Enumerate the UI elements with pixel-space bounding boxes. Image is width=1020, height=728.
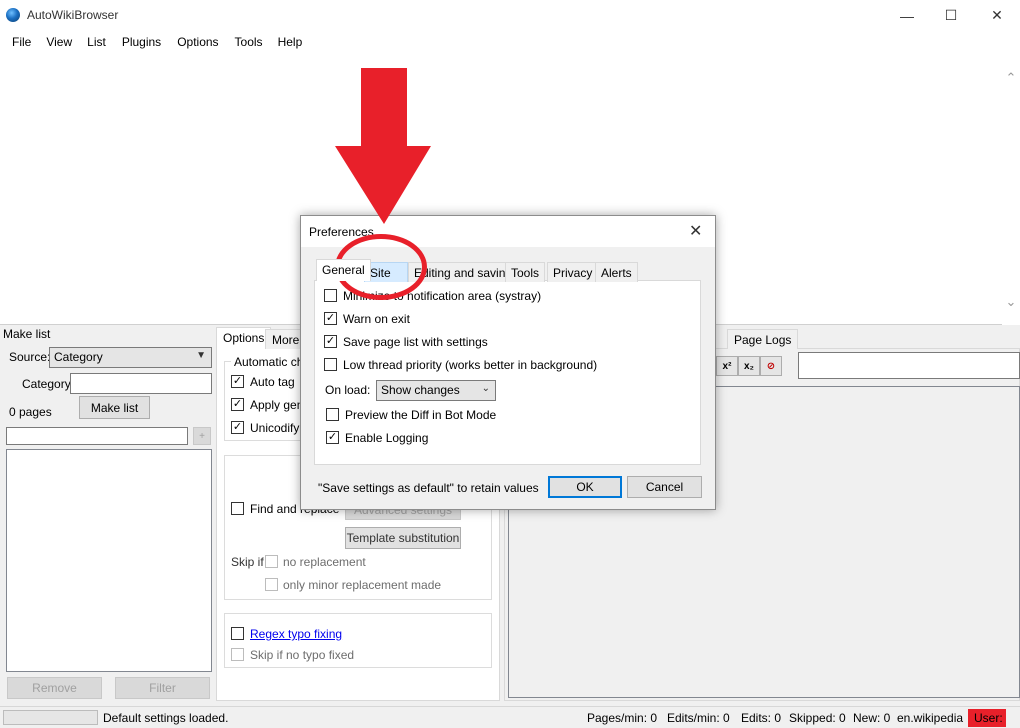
menu-help[interactable]: Help bbox=[270, 31, 310, 55]
menu-plugins[interactable]: Plugins bbox=[113, 31, 168, 55]
menu-options[interactable]: Options bbox=[168, 31, 225, 55]
chevron-down-icon: ▼ bbox=[196, 350, 206, 361]
menu-bar: File View List Plugins Options Tools Hel… bbox=[0, 31, 1020, 55]
no-replacement-label: no replacement bbox=[283, 555, 366, 569]
unicodify-checkbox[interactable]: ✓ bbox=[231, 421, 244, 434]
regex-typo-checkbox[interactable] bbox=[231, 627, 244, 640]
category-label: Category: bbox=[22, 377, 75, 391]
pref-tab-general[interactable]: General bbox=[316, 259, 371, 281]
maximize-button[interactable]: ☐ bbox=[928, 0, 974, 31]
template-substitution-button[interactable]: Template substitution bbox=[345, 527, 461, 549]
user-label: User: bbox=[974, 711, 1003, 725]
scroll-up-icon[interactable]: ⌃ bbox=[1004, 71, 1018, 85]
superscript-button[interactable]: x² bbox=[716, 356, 738, 376]
on-load-value: Show changes bbox=[381, 383, 460, 397]
edits-per-min: Edits/min: 0 bbox=[667, 711, 730, 725]
enable-logging-label: Enable Logging bbox=[345, 431, 429, 445]
menu-view[interactable]: View bbox=[38, 31, 79, 55]
preview-diff-checkbox[interactable] bbox=[326, 408, 339, 421]
find-replace-checkbox[interactable] bbox=[231, 502, 244, 515]
warn-on-exit-checkbox[interactable]: ✓ bbox=[324, 312, 337, 325]
tab-options[interactable]: Options bbox=[216, 327, 272, 349]
preferences-dialog: Preferences ✕ General Site Editing and s… bbox=[300, 215, 716, 510]
warn-on-exit-label: Warn on exit bbox=[343, 312, 410, 326]
minor-replacement-checkbox[interactable] bbox=[265, 578, 278, 591]
category-input[interactable] bbox=[70, 373, 212, 394]
no-replacement-checkbox[interactable] bbox=[265, 555, 278, 568]
make-list-button[interactable]: Make list bbox=[79, 396, 150, 419]
site-name: en.wikipedia bbox=[897, 711, 964, 725]
filter-button[interactable]: Filter bbox=[115, 677, 210, 699]
title-bar: AutoWikiBrowser — ☐ ✕ bbox=[0, 0, 1020, 31]
minimize-systray-checkbox[interactable] bbox=[324, 289, 337, 302]
status-message: Default settings loaded. bbox=[103, 711, 229, 725]
window-title: AutoWikiBrowser bbox=[27, 8, 119, 22]
skip-no-typo-checkbox[interactable] bbox=[231, 648, 244, 661]
make-list-heading: Make list bbox=[3, 327, 51, 341]
menu-tools[interactable]: Tools bbox=[226, 31, 270, 55]
edits-count: Edits: 0 bbox=[741, 711, 782, 725]
remove-button[interactable]: Remove bbox=[7, 677, 102, 699]
pref-tab-tools[interactable]: Tools bbox=[505, 262, 546, 282]
pref-tab-privacy[interactable]: Privacy bbox=[547, 262, 599, 282]
low-thread-priority-label: Low thread priority (works better in bac… bbox=[343, 358, 598, 372]
save-page-list-checkbox[interactable]: ✓ bbox=[324, 335, 337, 348]
user-status-box[interactable]: User: bbox=[968, 709, 1006, 727]
pref-tab-alerts[interactable]: Alerts bbox=[595, 262, 638, 282]
footer-note: "Save settings as default" to retain val… bbox=[318, 481, 539, 495]
auto-tag-label: Auto tag bbox=[250, 375, 295, 389]
source-select[interactable]: Category ▼ bbox=[49, 347, 212, 368]
pages-count: 0 pages bbox=[9, 405, 52, 419]
tab-page-logs[interactable]: Page Logs bbox=[727, 329, 799, 349]
browser-scrollbar[interactable]: ⌃ ⌄ bbox=[1002, 55, 1020, 325]
add-button[interactable]: + bbox=[193, 427, 211, 445]
enable-logging-checkbox[interactable]: ✓ bbox=[326, 431, 339, 444]
regex-typo-link[interactable]: Regex typo fixing bbox=[250, 627, 342, 641]
skip-no-typo-label: Skip if no typo fixed bbox=[250, 648, 355, 662]
minimize-button[interactable]: — bbox=[884, 0, 930, 31]
menu-list[interactable]: List bbox=[79, 31, 113, 55]
list-filter-input[interactable] bbox=[6, 427, 188, 445]
low-thread-priority-checkbox[interactable] bbox=[324, 358, 337, 371]
save-page-list-label: Save page list with settings bbox=[343, 335, 488, 349]
status-bar: Default settings loaded. Pages/min: 0 Ed… bbox=[0, 706, 1020, 728]
close-button[interactable]: ✕ bbox=[974, 0, 1020, 31]
dialog-close-icon[interactable]: ✕ bbox=[689, 221, 702, 241]
source-value: Category bbox=[54, 350, 103, 364]
apply-general-checkbox[interactable]: ✓ bbox=[231, 398, 244, 411]
globe-icon bbox=[6, 8, 20, 22]
progress-bar bbox=[3, 710, 98, 725]
pages-per-min: Pages/min: 0 bbox=[587, 711, 658, 725]
ok-button[interactable]: OK bbox=[548, 476, 622, 498]
scroll-down-icon[interactable]: ⌄ bbox=[1004, 295, 1018, 309]
menu-file[interactable]: File bbox=[0, 31, 38, 55]
cancel-button[interactable]: Cancel bbox=[627, 476, 702, 498]
edit-summary-box[interactable] bbox=[798, 352, 1020, 379]
auto-tag-checkbox[interactable]: ✓ bbox=[231, 375, 244, 388]
clean-markup-icon[interactable]: ⊘ bbox=[760, 356, 782, 376]
new-count: New: 0 bbox=[853, 711, 891, 725]
on-load-select[interactable]: Show changes ⌄ bbox=[376, 380, 496, 401]
skip-if-label: Skip if bbox=[231, 555, 264, 569]
annotation-arrow-icon bbox=[335, 68, 431, 224]
preview-diff-label: Preview the Diff in Bot Mode bbox=[345, 408, 497, 422]
on-load-label: On load: bbox=[325, 383, 371, 397]
page-list[interactable] bbox=[6, 449, 212, 672]
minor-replacement-label: only minor replacement made bbox=[283, 578, 442, 592]
source-label: Source: bbox=[9, 350, 51, 364]
subscript-button[interactable]: x₂ bbox=[738, 356, 760, 376]
chevron-down-icon: ⌄ bbox=[481, 383, 490, 394]
skipped-count: Skipped: 0 bbox=[789, 711, 846, 725]
